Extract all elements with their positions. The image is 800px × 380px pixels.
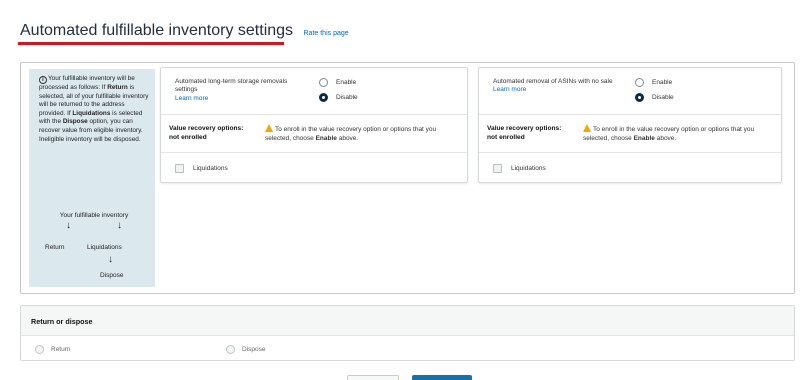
recovery-status: Value recovery options: not enrolled (169, 125, 244, 141)
return-option[interactable]: Return (35, 345, 71, 354)
liquidations-option[interactable]: Liquidations (493, 164, 546, 173)
card-label: Automated removal of ASINs with no sale … (493, 78, 621, 95)
liquidations-checkbox[interactable] (493, 164, 502, 173)
recovery-status: Value recovery options: not enrolled (487, 125, 562, 141)
info-description: i Your fulfillable inventory will be proc… (39, 75, 149, 143)
flow-return-label: Return (45, 244, 65, 251)
info-box: i Your fulfillable inventory will be proc… (29, 69, 155, 287)
card-label: Automated long-term storage removals set… (175, 78, 303, 103)
flow-root-label: Your fulfillable inventory (59, 212, 129, 219)
info-icon: i (39, 76, 47, 84)
enable-option[interactable]: Enable (319, 78, 358, 93)
rate-this-page-link[interactable]: Rate this page (304, 30, 349, 37)
divider (479, 114, 781, 115)
page-header: Automated fulfillable inventory settings… (20, 22, 349, 44)
flow-liquidations-label: Liquidations (87, 244, 122, 251)
radio-button[interactable] (319, 93, 328, 102)
arrow-down-icon: ↓ (66, 220, 71, 231)
radio-button[interactable] (319, 78, 328, 87)
warning-icon (583, 124, 591, 132)
title-underline (18, 42, 284, 45)
arrow-down-icon: ↓ (117, 220, 122, 231)
liquidations-option[interactable]: Liquidations (175, 164, 228, 173)
asin-removal-radio-group: Enable Disable (635, 78, 674, 108)
divider (479, 152, 781, 153)
learn-more-link[interactable]: Learn more (493, 86, 621, 94)
long-term-storage-card: Automated long-term storage removals set… (160, 67, 468, 183)
liquidations-checkbox[interactable] (175, 164, 184, 173)
learn-more-link[interactable]: Learn more (175, 95, 303, 103)
divider (161, 152, 467, 153)
settings-panel: i Your fulfillable inventory will be proc… (20, 62, 795, 294)
radio-button[interactable] (635, 78, 644, 87)
panel-header: Return or dispose (21, 306, 794, 336)
save-button[interactable] (412, 375, 472, 380)
page-title: Automated fulfillable inventory settings (20, 22, 294, 39)
storage-removal-radio-group: Enable Disable (319, 78, 358, 108)
warning-icon (265, 124, 273, 132)
recovery-message: To enroll in the value recovery option o… (583, 124, 755, 142)
panel-title: Return or dispose (31, 317, 93, 326)
no-sale-asin-card: Automated removal of ASINs with no sale … (478, 67, 782, 183)
recovery-message: To enroll in the value recovery option o… (265, 124, 437, 142)
radio-button[interactable] (35, 345, 44, 354)
arrow-down-icon: ↓ (108, 254, 113, 265)
disable-option[interactable]: Disable (635, 93, 674, 108)
divider (161, 114, 467, 115)
radio-button[interactable] (226, 345, 235, 354)
flow-dispose-label: Dispose (100, 272, 124, 279)
cancel-button[interactable] (347, 375, 399, 380)
return-or-dispose-panel: Return or dispose Return Dispose (20, 305, 795, 361)
dispose-option[interactable]: Dispose (226, 345, 265, 354)
radio-button[interactable] (635, 93, 644, 102)
disable-option[interactable]: Disable (319, 93, 358, 108)
enable-option[interactable]: Enable (635, 78, 674, 93)
